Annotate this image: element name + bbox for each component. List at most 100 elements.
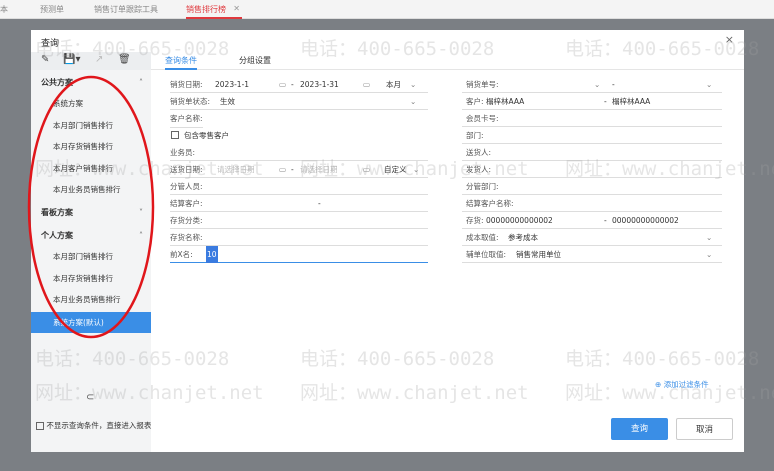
scheme-item[interactable]: 本月业务员销售排行 (31, 289, 151, 310)
chevron-down-icon: ˅ (139, 208, 143, 217)
field-label: 存货名称: (170, 233, 203, 242)
range-separator: - (612, 80, 615, 89)
calendar-icon[interactable]: ▭ (363, 76, 370, 93)
group-public[interactable]: 公共方案 ˄ (31, 72, 151, 93)
watermark-site: 网址：www.chanjet.net (565, 158, 774, 180)
scheme-item[interactable]: 系统方案 (31, 93, 151, 114)
member-card-row[interactable]: 会员卡号: (462, 110, 722, 127)
inventory-to[interactable]: 00000000000002 (612, 212, 679, 229)
group-label: 看板方案 (41, 208, 73, 217)
group-personal[interactable]: 个人方案 ˄ (31, 225, 151, 246)
settle-customer-row[interactable]: 结算客户: - (170, 195, 428, 212)
sales-date-from[interactable]: 2023-1-1 (215, 76, 249, 93)
watermark-phone: 电话：400-665-0028 (35, 348, 230, 370)
range-separator: - (291, 80, 294, 89)
watermark-site: 网址：www.chanjet.net (35, 158, 264, 180)
customer-from[interactable]: 榻梓林AAA (486, 93, 524, 110)
inv-name-row[interactable]: 存货名称: (170, 229, 428, 246)
chevron-down-icon[interactable]: ⌄ (594, 76, 600, 93)
group-label: 个人方案 (41, 231, 73, 240)
close-tab-icon[interactable]: ✕ (233, 4, 240, 13)
range-separator: - (318, 199, 321, 208)
field-label: 客户名称: (170, 110, 203, 128)
range-separator: - (604, 97, 607, 106)
query-button[interactable]: 查询 (611, 418, 668, 440)
field-label: 成本取值: (466, 233, 499, 242)
customer-row: 客户: 榻梓林AAA - 榻梓林AAA (462, 93, 722, 110)
field-label: 销货单号: (466, 80, 499, 89)
inventory-row: 存货: 00000000000002 - 00000000000002 (462, 212, 722, 229)
period-select[interactable]: 本月 (386, 76, 401, 93)
field-label: 结算客户名称: (466, 199, 514, 208)
tab-partial[interactable]: 本 (0, 4, 8, 15)
inventory-from[interactable]: 00000000000002 (486, 212, 553, 229)
customer-name-row[interactable]: 客户名称: (170, 110, 428, 128)
watermark-phone: 电话：400-665-0028 (565, 38, 760, 60)
field-label: 客户: (466, 97, 484, 106)
watermark-phone: 电话：400-665-0028 (35, 38, 230, 60)
customer-to[interactable]: 榻梓林AAA (612, 93, 650, 110)
cost-row[interactable]: 成本取值: 参考成本 ⌄ (462, 229, 722, 246)
watermark-site: 网址：www.chanjet.net (300, 382, 529, 404)
sales-date-to[interactable]: 2023-1-31 (300, 76, 339, 93)
chevron-up-icon: ˄ (139, 231, 143, 240)
chevron-up-icon: ˄ (139, 78, 143, 87)
scheme-item[interactable]: 本月业务员销售排行 (31, 179, 151, 200)
field-label: 存货分类: (170, 216, 203, 225)
skip-conditions-row[interactable]: 不显示查询条件，直接进入报表 (36, 420, 151, 431)
cancel-button[interactable]: 取消 (676, 418, 733, 440)
watermark-site: 网址：www.chanjet.net (565, 382, 774, 404)
aux-unit-row[interactable]: 辅单位取值: 销售常用单位 ⌄ (462, 246, 722, 263)
field-label: 辅单位取值: (466, 250, 507, 259)
chevron-down-icon[interactable]: ⌄ (706, 246, 712, 263)
watermark-phone: 电话：400-665-0028 (565, 348, 760, 370)
watermark-phone: 电话：400-665-0028 (300, 38, 495, 60)
watermark-site: 网址：www.chanjet.net (300, 158, 529, 180)
cost-select[interactable]: 参考成本 (508, 229, 538, 246)
sales-date-row: 销货日期: 2023-1-1 ▭ - 2023-1-31 ▭ 本月 ⌄ (170, 76, 428, 93)
scheme-item[interactable]: 本月部门销售排行 (31, 246, 151, 267)
calendar-icon[interactable]: ▭ (279, 161, 286, 178)
field-label: 结算客户: (170, 199, 203, 208)
status-select[interactable]: 生效 (220, 93, 235, 110)
tab-label: 销售排行榜 (186, 5, 226, 14)
field-label: 会员卡号: (466, 114, 499, 123)
tab-sales-ranking[interactable]: 销售排行榜 ✕ (186, 4, 242, 19)
group-label: 公共方案 (41, 78, 73, 87)
chevron-down-icon[interactable]: ⌄ (410, 76, 416, 93)
scheme-item[interactable]: 本月存货销售排行 (31, 268, 151, 289)
field-label: 前X名: (170, 250, 193, 259)
skip-conditions-checkbox[interactable] (36, 422, 44, 430)
settle-customer-name-row[interactable]: 结算客户名称: (462, 195, 722, 212)
field-label: 存货: (466, 216, 484, 225)
range-separator: - (604, 216, 607, 225)
department-row[interactable]: 部门: (462, 127, 722, 144)
checkbox-label: 包含零售客户 (184, 131, 229, 140)
top-tab-bar: 本 预测单 销售订单跟踪工具 销售排行榜 ✕ (0, 0, 774, 19)
top-n-input[interactable]: 10 (206, 246, 218, 263)
tab-group-settings[interactable]: 分组设置 (239, 55, 271, 70)
tab-order-tracking[interactable]: 销售订单跟踪工具 (94, 4, 158, 15)
watermark-phone: 电话：400-665-0028 (300, 348, 495, 370)
field-label: 销货单状态: (170, 97, 211, 106)
tab-forecast[interactable]: 预测单 (40, 4, 64, 15)
sales-no-row: 销货单号: ⌄ - ⌄ (462, 76, 722, 93)
status-row: 销货单状态: 生效 ⌄ (170, 93, 428, 110)
field-label: 部门: (466, 131, 484, 140)
calendar-icon[interactable]: ▭ (279, 76, 286, 93)
aux-unit-select[interactable]: 销售常用单位 (516, 246, 561, 263)
watermark-site: 网址：www.chanjet.net (35, 382, 264, 404)
chevron-down-icon[interactable]: ⌄ (706, 229, 712, 246)
checkbox-label: 不显示查询条件，直接进入报表 (46, 421, 152, 430)
scheme-item-selected[interactable]: 系统方案(默认) (31, 312, 151, 333)
top-n-row[interactable]: 前X名: 10 (170, 246, 428, 263)
field-label: 销货日期: (170, 80, 203, 89)
group-board[interactable]: 看板方案 ˅ (31, 202, 151, 223)
inv-category-row[interactable]: 存货分类: (170, 212, 428, 229)
chevron-down-icon[interactable]: ⌄ (706, 76, 712, 93)
range-separator: - (291, 165, 294, 174)
scheme-item[interactable]: 本月部门销售排行 (31, 115, 151, 136)
chevron-down-icon[interactable]: ⌄ (410, 93, 416, 110)
include-retail-checkbox[interactable] (171, 131, 179, 139)
include-retail-row[interactable]: 包含零售客户 (170, 127, 428, 144)
